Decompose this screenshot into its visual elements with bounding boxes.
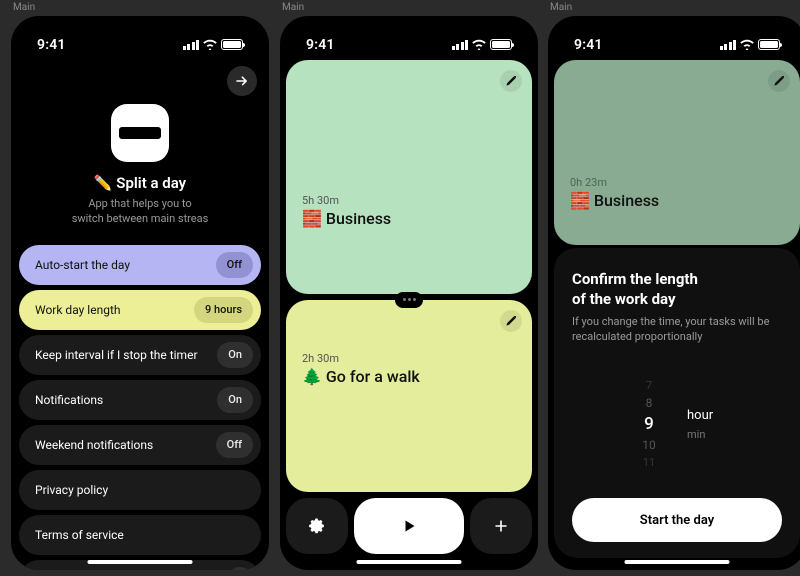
- picker-wheel-hours[interactable]: 7 8 9 10 11: [621, 379, 677, 469]
- task-card-walk[interactable]: 2h 30m 🌲 Go for a walk: [286, 300, 532, 492]
- edit-button[interactable]: [768, 70, 790, 92]
- setting-keep-interval[interactable]: Keep interval if I stop the timer On: [19, 335, 261, 375]
- pencil-icon: [506, 76, 516, 86]
- play-button[interactable]: [354, 498, 464, 554]
- plus-icon: [494, 519, 508, 533]
- setting-privacy-policy[interactable]: Privacy policy: [19, 470, 261, 510]
- task-card-business[interactable]: 5h 30m 🧱 Business: [286, 60, 532, 294]
- add-button[interactable]: [470, 498, 532, 554]
- next-button[interactable]: [227, 66, 257, 96]
- pane-label: Main: [11, 0, 269, 16]
- setting-label: Privacy policy: [35, 483, 253, 497]
- battery-icon: [758, 39, 780, 50]
- settings-button[interactable]: [286, 498, 348, 554]
- picker-option: 10: [642, 438, 656, 452]
- picker-option: 7: [646, 379, 652, 392]
- task-duration: 0h 23m: [570, 176, 784, 189]
- status-time: 9:41: [574, 37, 603, 53]
- app-icon: [111, 104, 169, 162]
- setting-label: Weekend notifications: [35, 438, 216, 452]
- task-duration: 2h 30m: [302, 352, 516, 365]
- pane-label: Main: [280, 0, 538, 16]
- gear-icon: [309, 518, 325, 534]
- wifi-icon: [203, 39, 217, 50]
- task-title: 🧱 Business: [570, 191, 784, 210]
- bottom-bar: [286, 498, 532, 554]
- picker-units: hour min: [677, 408, 733, 441]
- setting-auto-start[interactable]: Auto-start the day Off: [19, 245, 261, 285]
- status-indicators: [452, 39, 513, 50]
- edit-button[interactable]: [500, 310, 522, 332]
- status-bar: 9:41: [11, 16, 269, 58]
- setting-value[interactable]: 9 hours: [194, 297, 253, 323]
- phone-frame: 9:41 0h 23m 🧱 Business Confirm the lengt…: [548, 16, 800, 570]
- status-indicators: [183, 39, 244, 50]
- app-subtitle: App that helps you to switch between mai…: [11, 197, 269, 227]
- status-indicators: [720, 39, 781, 50]
- edit-button[interactable]: [500, 70, 522, 92]
- app-title: ✏️ Split a day: [11, 174, 269, 192]
- battery-icon: [221, 39, 243, 50]
- reset-icon: [227, 567, 253, 570]
- setting-terms-of-service[interactable]: Terms of service: [19, 515, 261, 555]
- setting-weekend-notifications[interactable]: Weekend notifications Off: [19, 425, 261, 465]
- grip-icon: [403, 298, 416, 301]
- phone-frame: 9:41 5h 30m 🧱 Business: [280, 16, 538, 570]
- picker-option: 11: [643, 456, 655, 469]
- arrow-right-icon: [236, 75, 248, 87]
- cellular-icon: [452, 40, 469, 50]
- settings-list: Auto-start the day Off Work day length 9…: [11, 245, 269, 570]
- pane-label: Main: [548, 0, 800, 16]
- status-bar: 9:41: [280, 16, 538, 58]
- picker-option: 8: [646, 396, 653, 410]
- setting-label: Terms of service: [35, 528, 253, 542]
- unit-min-label: min: [687, 428, 705, 441]
- play-icon: [402, 519, 416, 533]
- sheet-body: If you change the time, your tasks will …: [572, 315, 782, 345]
- picker-selected: 9: [644, 414, 654, 434]
- home-indicator[interactable]: [625, 560, 730, 564]
- setting-label: Work day length: [35, 303, 194, 317]
- time-picker[interactable]: 7 8 9 10 11 hour min: [572, 351, 782, 498]
- phone-frame: 9:41 ✏️ Split a day App that helps you t…: [11, 16, 269, 570]
- wifi-icon: [740, 39, 754, 50]
- setting-label: Keep interval if I stop the timer: [35, 348, 217, 362]
- pencil-icon: [506, 316, 516, 326]
- task-duration: 5h 30m: [302, 194, 516, 207]
- setting-work-day-length[interactable]: Work day length 9 hours: [19, 290, 261, 330]
- confirm-sheet: Confirm the length of the work day If yo…: [554, 248, 800, 558]
- drag-handle[interactable]: [395, 292, 423, 308]
- task-title: 🧱 Business: [302, 209, 516, 228]
- start-day-button[interactable]: Start the day: [572, 498, 782, 542]
- home-indicator[interactable]: [357, 560, 462, 564]
- setting-value[interactable]: Off: [216, 252, 253, 278]
- setting-value[interactable]: Off: [216, 432, 253, 458]
- cellular-icon: [183, 40, 200, 50]
- status-bar: 9:41: [548, 16, 800, 58]
- setting-value[interactable]: On: [217, 342, 253, 368]
- task-title: 🌲 Go for a walk: [302, 367, 516, 386]
- setting-value[interactable]: On: [217, 387, 253, 413]
- wifi-icon: [472, 39, 486, 50]
- setting-label: Auto-start the day: [35, 258, 216, 272]
- setting-notifications[interactable]: Notifications On: [19, 380, 261, 420]
- status-time: 9:41: [306, 37, 335, 53]
- status-time: 9:41: [37, 37, 66, 53]
- unit-hour-label: hour: [687, 408, 713, 423]
- pencil-icon: [774, 76, 784, 86]
- sheet-heading: Confirm the length of the work day: [572, 270, 782, 309]
- home-indicator[interactable]: [88, 560, 193, 564]
- battery-icon: [490, 39, 512, 50]
- cellular-icon: [720, 40, 737, 50]
- task-card-business-dimmed: 0h 23m 🧱 Business: [554, 60, 800, 245]
- setting-label: Notifications: [35, 393, 217, 407]
